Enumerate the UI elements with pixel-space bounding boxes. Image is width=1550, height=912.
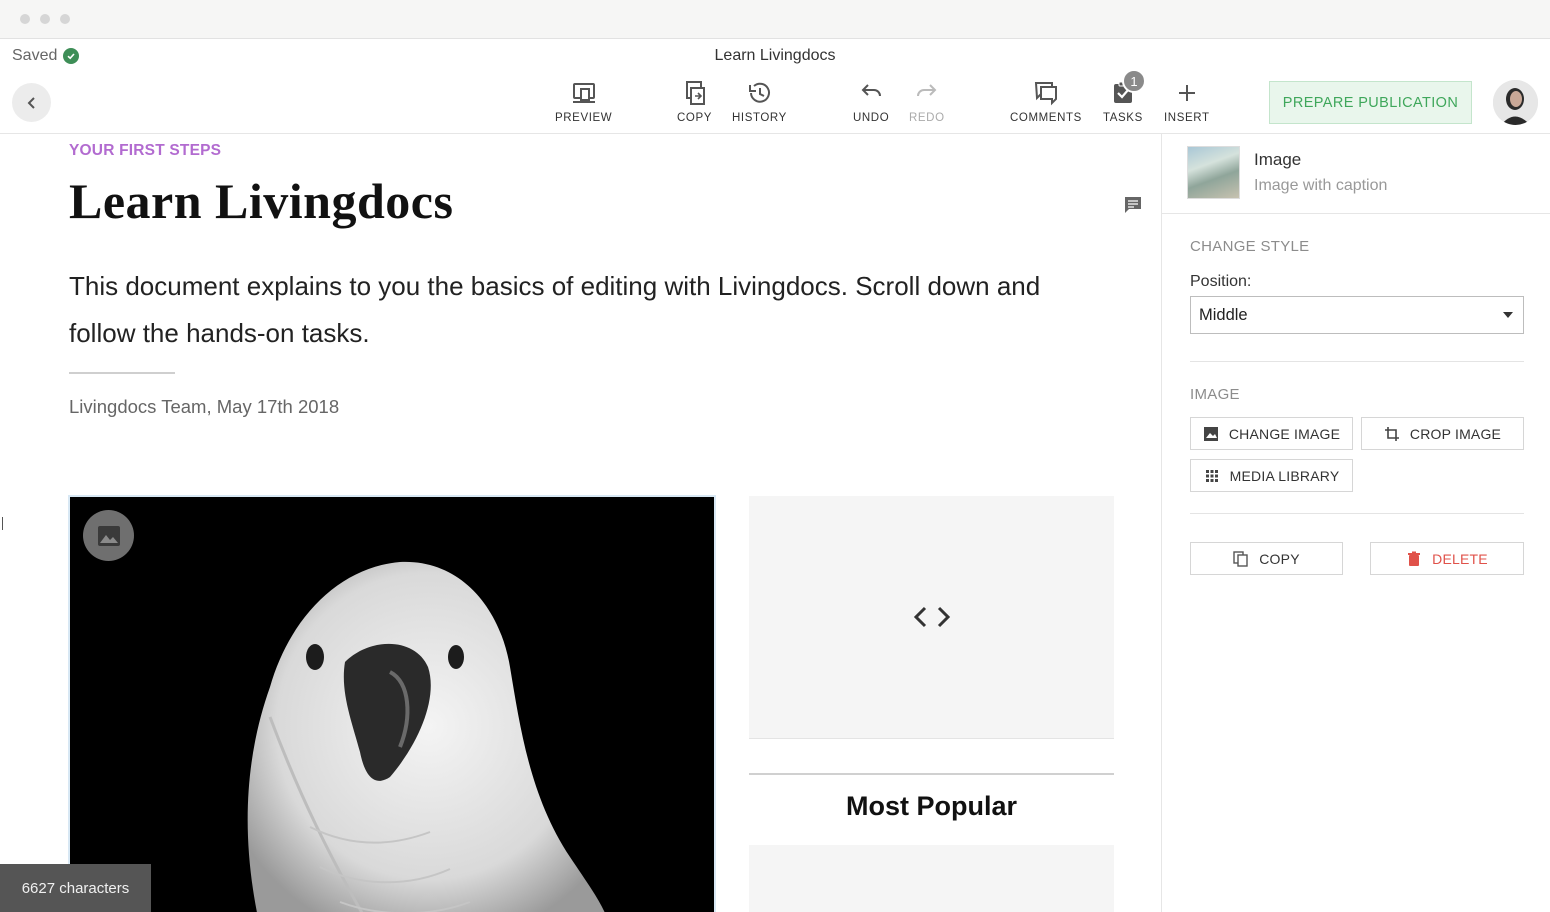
avatar-image (1493, 80, 1538, 125)
preview-icon (572, 83, 595, 103)
delete-component-label: DELETE (1432, 550, 1488, 567)
divider (1190, 513, 1524, 514)
document-headline[interactable]: Learn Livingdocs (69, 172, 453, 230)
copy-icon (1233, 550, 1248, 567)
text-caret (2, 517, 3, 530)
change-image-button[interactable]: CHANGE IMAGE (1190, 417, 1353, 450)
editor-header: Saved Learn Livingdocs PREVIEW COPY HIST… (0, 39, 1550, 134)
window-dot-close[interactable] (20, 14, 30, 24)
selected-component-subtitle: Image with caption (1254, 177, 1388, 194)
user-avatar[interactable] (1493, 80, 1538, 125)
document-title: Learn Livingdocs (714, 47, 836, 64)
copy-label: COPY (677, 112, 712, 124)
properties-sidebar: Image Image with caption CHANGE STYLE Po… (1161, 134, 1550, 912)
chevron-left-icon (27, 96, 35, 109)
trash-icon (1408, 551, 1421, 566)
document-kicker[interactable]: YOUR FIRST STEPS (69, 142, 221, 160)
document-canvas: YOUR FIRST STEPS Learn Livingdocs This d… (0, 134, 1161, 912)
character-count: 6627 characters (0, 864, 151, 912)
window-dot-minimize[interactable] (40, 14, 50, 24)
comments-button[interactable]: COMMENTS (1010, 79, 1082, 124)
section-divider (749, 773, 1114, 775)
tasks-label: TASKS (1103, 112, 1143, 124)
window-chrome (0, 0, 1550, 39)
redo-button[interactable]: REDO (909, 79, 945, 124)
comment-icon[interactable] (1123, 195, 1143, 215)
copy-button[interactable]: COPY (677, 79, 712, 124)
redo-label: REDO (909, 112, 945, 124)
image-icon (1203, 426, 1218, 441)
undo-label: UNDO (853, 112, 890, 124)
position-select[interactable]: Middle (1190, 296, 1524, 334)
media-library-button[interactable]: MEDIA LIBRARY (1190, 459, 1353, 492)
preview-button[interactable]: PREVIEW (555, 79, 612, 124)
divider (69, 372, 175, 374)
crop-image-button[interactable]: CROP IMAGE (1361, 417, 1524, 450)
back-button[interactable] (12, 83, 51, 122)
document-lead[interactable]: This document explains to you the basics… (69, 263, 1069, 357)
grid-icon (1205, 469, 1218, 482)
tasks-count-badge: 1 (1122, 69, 1146, 93)
selected-component-header: Image Image with caption (1162, 134, 1550, 214)
component-thumbnail (1187, 146, 1240, 199)
cockatoo-image (247, 561, 605, 912)
copy-component-button[interactable]: COPY (1190, 542, 1343, 575)
plus-icon (1178, 85, 1195, 101)
crop-icon (1384, 426, 1399, 441)
change-image-label: CHANGE IMAGE (1228, 425, 1341, 442)
tasks-button[interactable]: TASKS 1 (1103, 69, 1146, 124)
change-style-label: CHANGE STYLE (1190, 238, 1310, 255)
caret-down-icon (1503, 312, 1513, 318)
most-popular-heading[interactable]: Most Popular (749, 791, 1114, 822)
document-byline[interactable]: Livingdocs Team, May 17th 2018 (69, 396, 339, 418)
divider (1190, 361, 1524, 362)
insert-button[interactable]: INSERT (1164, 79, 1210, 124)
teaser-component[interactable] (749, 845, 1114, 912)
selected-component-title: Image (1254, 150, 1302, 169)
preview-label: PREVIEW (555, 112, 613, 124)
copy-component-label: COPY (1259, 550, 1300, 567)
history-icon (749, 82, 771, 103)
undo-button[interactable]: UNDO (853, 79, 889, 124)
media-library-label: MEDIA LIBRARY (1229, 467, 1340, 484)
embed-component[interactable] (749, 496, 1114, 739)
history-label: HISTORY (732, 112, 787, 124)
code-icon (913, 606, 950, 628)
image-section-label: IMAGE (1190, 386, 1240, 403)
position-select-value: Middle (1199, 305, 1248, 324)
comments-label: COMMENTS (1010, 112, 1082, 124)
insert-label: INSERT (1164, 112, 1210, 124)
position-label: Position: (1190, 273, 1252, 290)
copy-icon (685, 81, 705, 105)
image-placeholder-button[interactable] (83, 510, 134, 561)
image-icon (97, 525, 120, 546)
comments-icon (1034, 82, 1057, 106)
undo-icon (861, 84, 882, 97)
prepare-publication-button[interactable]: PREPARE PUBLICATION (1269, 81, 1472, 124)
window-dot-zoom[interactable] (60, 14, 70, 24)
image-component[interactable] (68, 495, 716, 912)
crop-image-label: CROP IMAGE (1409, 425, 1502, 442)
delete-component-button[interactable]: DELETE (1370, 542, 1524, 575)
redo-icon (916, 84, 937, 97)
history-button[interactable]: HISTORY (732, 79, 787, 124)
